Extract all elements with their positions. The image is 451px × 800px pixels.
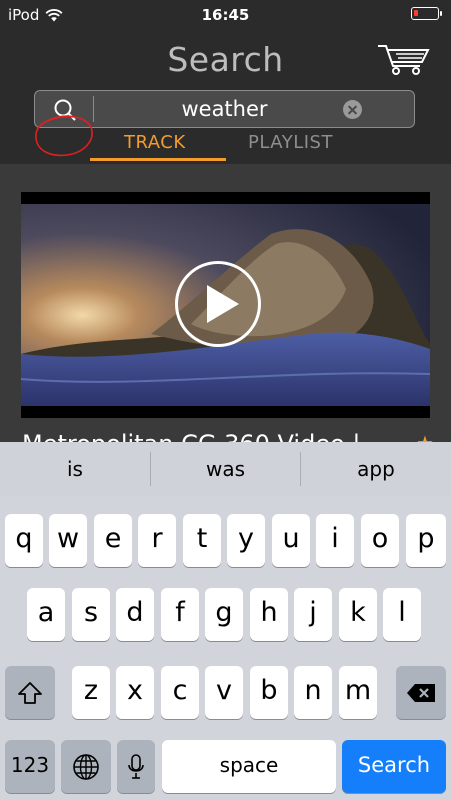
- clear-icon[interactable]: [343, 100, 362, 119]
- status-time: 16:45: [201, 6, 250, 24]
- key-o[interactable]: o: [361, 514, 399, 567]
- search-header: Search weather TRACK PLAYLIST: [0, 32, 451, 164]
- shift-key[interactable]: [5, 666, 55, 719]
- numbers-key[interactable]: 123: [5, 740, 55, 793]
- key-z[interactable]: z: [72, 666, 110, 719]
- key-c[interactable]: c: [161, 666, 199, 719]
- backspace-key[interactable]: [396, 666, 446, 719]
- globe-key[interactable]: [61, 740, 111, 793]
- shopping-cart-icon[interactable]: [376, 42, 430, 76]
- key-h[interactable]: h: [250, 588, 288, 641]
- video-thumbnail[interactable]: [21, 192, 430, 418]
- key-e[interactable]: e: [94, 514, 132, 567]
- suggestion-bar: is was app: [0, 442, 451, 496]
- key-i[interactable]: i: [316, 514, 354, 567]
- key-u[interactable]: u: [272, 514, 310, 567]
- microphone-icon: [128, 753, 144, 779]
- key-d[interactable]: d: [116, 588, 154, 641]
- search-key[interactable]: Search: [342, 740, 446, 793]
- tab-playlist[interactable]: PLAYLIST: [248, 132, 333, 153]
- key-s[interactable]: s: [72, 588, 110, 641]
- active-tab-indicator: [90, 158, 226, 161]
- results-list: Metropolitan CG 360 Video | ★: [0, 164, 451, 458]
- space-key[interactable]: space: [162, 740, 336, 793]
- key-m[interactable]: m: [339, 666, 377, 719]
- search-input[interactable]: weather: [95, 97, 354, 121]
- key-t[interactable]: t: [183, 514, 221, 567]
- tab-track[interactable]: TRACK: [124, 132, 186, 153]
- key-f[interactable]: f: [161, 588, 199, 641]
- globe-icon: [73, 753, 99, 780]
- dictation-key[interactable]: [117, 740, 155, 793]
- key-r[interactable]: r: [138, 514, 176, 567]
- key-n[interactable]: n: [294, 666, 332, 719]
- suggestion-2[interactable]: was: [151, 442, 300, 496]
- keyboard: is was app q w e r t y u i o p a s d f g…: [0, 442, 451, 800]
- key-q[interactable]: q: [5, 514, 43, 567]
- key-b[interactable]: b: [250, 666, 288, 719]
- key-j[interactable]: j: [294, 588, 332, 641]
- backspace-icon: [407, 683, 435, 702]
- key-p[interactable]: p: [406, 514, 446, 567]
- battery-icon: [411, 7, 442, 20]
- suggestion-3[interactable]: app: [301, 442, 451, 496]
- play-button[interactable]: [175, 261, 261, 347]
- key-a[interactable]: a: [27, 588, 65, 641]
- tab-bar: TRACK PLAYLIST: [0, 132, 451, 162]
- key-x[interactable]: x: [116, 666, 154, 719]
- status-bar: iPod 16:45: [0, 0, 451, 32]
- key-k[interactable]: k: [339, 588, 377, 641]
- key-w[interactable]: w: [49, 514, 87, 567]
- key-y[interactable]: y: [227, 514, 265, 567]
- key-g[interactable]: g: [205, 588, 243, 641]
- key-l[interactable]: l: [383, 588, 421, 641]
- key-v[interactable]: v: [205, 666, 243, 719]
- shift-icon: [18, 681, 42, 704]
- battery-level: [414, 10, 419, 16]
- play-icon: [207, 285, 239, 323]
- suggestion-1[interactable]: is: [0, 442, 150, 496]
